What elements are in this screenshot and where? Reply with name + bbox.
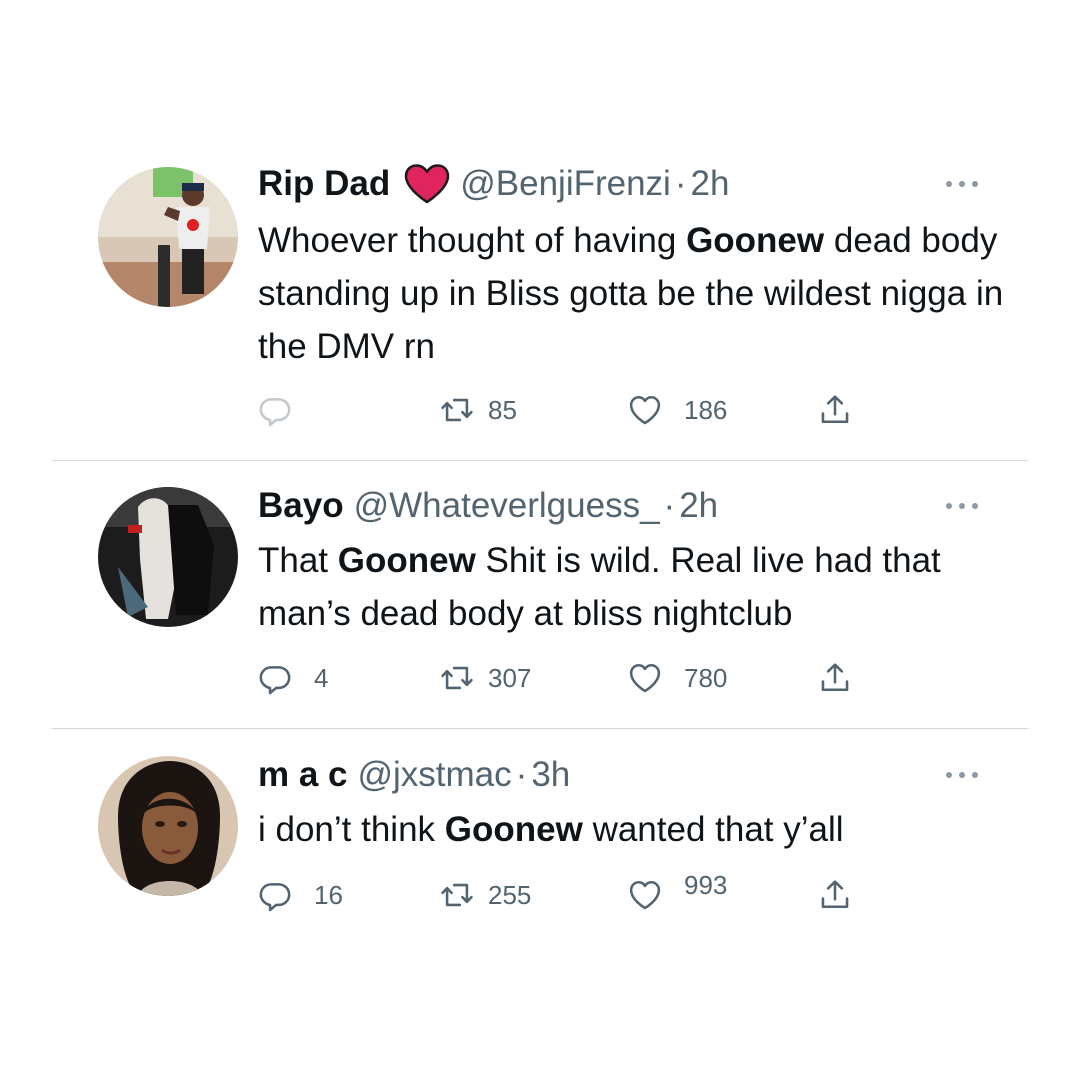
like-button[interactable]: 780 — [628, 658, 727, 698]
text-segment: Whoever thought of having — [258, 221, 687, 260]
tweet-actions: 85 186 — [258, 390, 878, 430]
share-icon — [818, 878, 852, 912]
like-count: 186 — [684, 394, 728, 425]
separator-dot: · — [515, 755, 528, 794]
reply-button[interactable]: 16 — [258, 875, 343, 915]
avatar[interactable] — [98, 487, 238, 627]
like-icon — [628, 661, 662, 695]
reply-icon — [258, 393, 292, 427]
reply-button[interactable]: 4 — [258, 658, 328, 698]
retweet-icon — [440, 878, 474, 912]
user-handle[interactable]: @BenjiFrenzi — [460, 162, 671, 206]
display-name[interactable]: Bayo — [258, 484, 344, 528]
tweet-actions: 16 255 993 — [258, 875, 878, 915]
separator-dot: · — [674, 164, 687, 203]
like-icon — [628, 878, 662, 912]
red-heart-emoji — [404, 164, 450, 204]
retweet-count: 85 — [488, 394, 517, 425]
timestamp[interactable]: 3h — [531, 753, 570, 797]
text-highlight: Goonew — [444, 810, 583, 849]
retweet-button[interactable]: 307 — [440, 658, 531, 698]
tweet-header: Bayo @Whateverlguess_ · 2h — [258, 484, 718, 528]
timestamp[interactable]: 2h — [679, 484, 718, 528]
tweet-header: Rip Dad @BenjiFrenzi · 2h — [258, 162, 729, 206]
avatar-photo — [98, 167, 238, 307]
like-count: 780 — [684, 662, 728, 693]
share-icon — [818, 393, 852, 427]
timestamp[interactable]: 2h — [691, 162, 730, 206]
tweet-header: m a c @jxstmac · 3h — [258, 753, 570, 797]
divider — [52, 728, 1028, 729]
tweet-text: That Goonew Shit is wild. Real live had … — [258, 534, 1018, 640]
user-handle[interactable]: @Whateverlguess_ — [354, 484, 660, 528]
retweet-icon — [440, 661, 474, 695]
reply-icon — [258, 661, 292, 695]
more-icon[interactable] — [946, 494, 978, 518]
like-icon — [628, 393, 662, 427]
avatar-photo — [98, 487, 238, 627]
retweet-icon — [440, 393, 474, 427]
reply-button[interactable] — [258, 390, 306, 430]
like-button[interactable]: 186 — [628, 390, 727, 430]
reply-icon — [258, 878, 292, 912]
more-icon[interactable] — [946, 763, 978, 787]
text-highlight: Goonew — [686, 221, 825, 260]
retweet-count: 255 — [488, 879, 532, 910]
text-highlight: Goonew — [337, 541, 476, 580]
retweet-button[interactable]: 85 — [440, 390, 517, 430]
divider — [52, 460, 1028, 461]
text-segment: That — [258, 541, 338, 580]
like-button[interactable]: 993 — [628, 875, 727, 915]
display-name[interactable]: Rip Dad — [258, 162, 390, 206]
like-count: 993 — [684, 875, 728, 895]
share-button[interactable] — [818, 875, 852, 915]
retweet-count: 307 — [488, 662, 532, 693]
share-icon — [818, 661, 852, 695]
tweet-text: Whoever thought of having Goonew dead bo… — [258, 214, 1018, 373]
retweet-button[interactable]: 255 — [440, 875, 531, 915]
share-button[interactable] — [818, 390, 852, 430]
tweet-text: i don’t think Goonew wanted that y’all — [258, 803, 1018, 856]
avatar-photo — [98, 756, 238, 896]
more-icon[interactable] — [946, 172, 978, 196]
display-name[interactable]: m a c — [258, 753, 348, 797]
tweet-actions: 4 307 780 — [258, 658, 878, 698]
user-handle[interactable]: @jxstmac — [358, 753, 512, 797]
text-segment: i don’t think — [258, 810, 445, 849]
reply-count: 4 — [314, 662, 329, 693]
avatar[interactable] — [98, 756, 238, 896]
share-button[interactable] — [818, 658, 852, 698]
separator-dot: · — [663, 486, 676, 525]
avatar[interactable] — [98, 167, 238, 307]
reply-count: 16 — [314, 879, 343, 910]
text-segment: wanted that y’all — [582, 810, 844, 849]
